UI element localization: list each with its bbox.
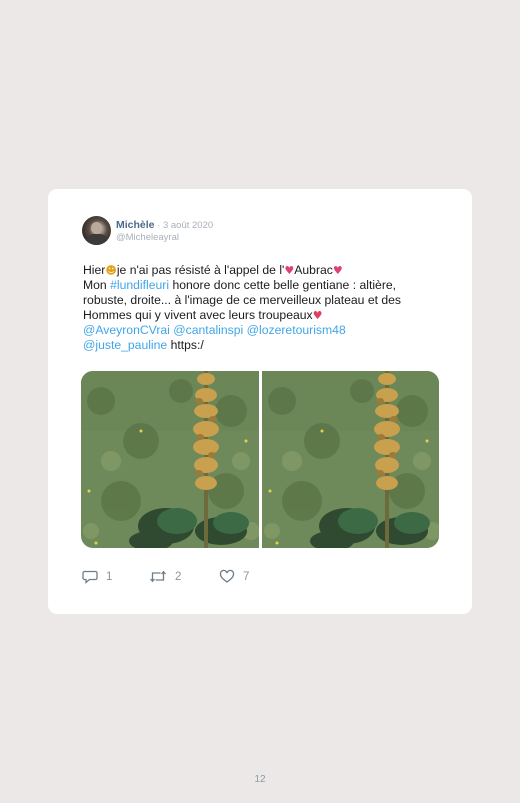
gentian-photo-left[interactable]: [81, 371, 259, 548]
text-hier: Hier: [83, 263, 106, 277]
smile-emoji-icon: ☻: [105, 264, 117, 277]
reply-icon: [82, 570, 98, 584]
hashtag-link[interactable]: #lundifleuri: [110, 278, 169, 292]
avatar-face: [91, 222, 102, 234]
like-count: 7: [243, 570, 250, 583]
like-button[interactable]: 7: [219, 569, 249, 584]
mention-link-aveyron[interactable]: @AveyronCVrai: [83, 323, 170, 337]
heart-emoji-icon: ♥: [284, 264, 295, 277]
mention-link-lozere[interactable]: @lozeretourism48: [247, 323, 346, 337]
mentions-line-2: @juste_pauline https:/: [83, 338, 443, 353]
tweet-text: Hier☻je n'ai pas résisté à l'appel de l'…: [83, 263, 443, 353]
author-name[interactable]: Michèle: [116, 219, 155, 231]
avatar[interactable]: [82, 216, 111, 245]
author-line: Michèle · 3 août 2020: [116, 219, 213, 231]
retweet-count: 2: [175, 570, 182, 583]
text-mon: Mon: [83, 278, 111, 292]
reply-count: 1: [106, 570, 113, 583]
retweet-icon: [150, 570, 166, 583]
text-aubrac: Aubrac: [294, 263, 333, 277]
avatar-shirt: [86, 234, 108, 245]
retweet-button[interactable]: 2: [149, 569, 181, 584]
tweet-media: [81, 371, 439, 548]
like-icon: [219, 569, 235, 583]
text-line-1: Hier☻je n'ai pas résisté à l'appel de l'…: [83, 263, 443, 278]
mention-link-cantal[interactable]: @cantalinspi: [173, 323, 243, 337]
author-handle[interactable]: @Micheleayral: [116, 232, 179, 243]
tweet-url[interactable]: https:/: [171, 338, 204, 352]
mentions-line-1: @AveyronCVrai @cantalinspi @lozeretouris…: [83, 323, 443, 338]
tweet-date[interactable]: · 3 août 2020: [155, 220, 213, 231]
text-appel: je n'ai pas résisté à l'appel de l': [116, 263, 285, 277]
heart-emoji-icon-3: ♥: [312, 309, 323, 322]
tweet-card: Michèle · 3 août 2020 @Micheleayral Hier…: [48, 189, 472, 614]
text-paragraph-2: Mon #lundifleuri honore donc cette belle…: [83, 278, 443, 323]
mention-link-pauline[interactable]: @juste_pauline: [83, 338, 167, 352]
page-number: 12: [254, 774, 266, 785]
reply-button[interactable]: 1: [82, 569, 112, 584]
heart-emoji-icon-2: ♥: [332, 264, 343, 277]
gentian-photo-right[interactable]: [261, 371, 439, 548]
